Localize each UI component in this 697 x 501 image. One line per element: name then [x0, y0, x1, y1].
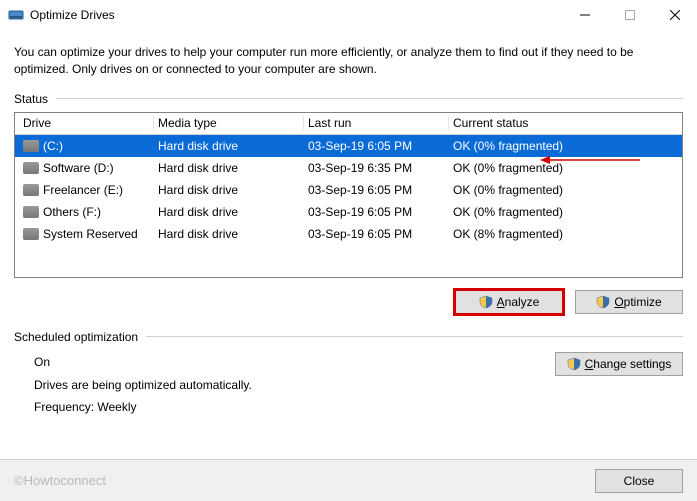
drive-icon: [23, 206, 39, 218]
drive-status: OK (0% fragmented): [449, 205, 682, 219]
drive-media: Hard disk drive: [154, 205, 304, 219]
shield-icon: [596, 295, 610, 309]
minimize-button[interactable]: [562, 0, 607, 30]
table-row[interactable]: Freelancer (E:) Hard disk drive03-Sep-19 …: [15, 179, 682, 201]
change-settings-button[interactable]: Change settings: [555, 352, 683, 376]
col-media[interactable]: Media type: [154, 116, 304, 130]
close-button[interactable]: [652, 0, 697, 30]
table-header: Drive Media type Last run Current status: [15, 113, 682, 135]
drive-icon: [23, 184, 39, 196]
drive-media: Hard disk drive: [154, 183, 304, 197]
drive-icon: [23, 228, 39, 240]
col-drive[interactable]: Drive: [19, 116, 154, 130]
drive-status: OK (0% fragmented): [449, 139, 682, 153]
drive-lastrun: 03-Sep-19 6:35 PM: [304, 161, 449, 175]
drive-name: Others (F:): [43, 205, 101, 219]
drive-media: Hard disk drive: [154, 227, 304, 241]
optimize-button[interactable]: Optimize: [575, 290, 683, 314]
watermark: ©Howtoconnect: [14, 473, 106, 488]
drive-status: OK (0% fragmented): [449, 161, 682, 175]
drive-name: System Reserved: [43, 227, 138, 241]
sched-state: On: [34, 352, 252, 374]
table-row[interactable]: (C:) Hard disk drive03-Sep-19 6:05 PMOK (…: [15, 135, 682, 157]
divider: [56, 98, 683, 99]
shield-icon: [567, 357, 581, 371]
table-row[interactable]: Software (D:) Hard disk drive03-Sep-19 6:…: [15, 157, 682, 179]
close-dialog-button[interactable]: Close: [595, 469, 683, 493]
table-empty-space: [15, 245, 682, 277]
drive-status: OK (8% fragmented): [449, 227, 682, 241]
drive-media: Hard disk drive: [154, 161, 304, 175]
drives-table: Drive Media type Last run Current status…: [14, 112, 683, 278]
table-row[interactable]: Others (F:) Hard disk drive03-Sep-19 6:05…: [15, 201, 682, 223]
drive-lastrun: 03-Sep-19 6:05 PM: [304, 227, 449, 241]
drive-lastrun: 03-Sep-19 6:05 PM: [304, 183, 449, 197]
table-row[interactable]: System Reserved Hard disk drive03-Sep-19 …: [15, 223, 682, 245]
drive-status: OK (0% fragmented): [449, 183, 682, 197]
window-title: Optimize Drives: [30, 8, 115, 22]
divider: [146, 336, 683, 337]
drive-icon: [23, 162, 39, 174]
sched-desc: Drives are being optimized automatically…: [34, 375, 252, 397]
sched-freq: Frequency: Weekly: [34, 397, 252, 419]
drive-name: Software (D:): [43, 161, 114, 175]
drive-icon: [23, 140, 39, 152]
drive-media: Hard disk drive: [154, 139, 304, 153]
status-heading: Status: [14, 92, 48, 106]
drive-lastrun: 03-Sep-19 6:05 PM: [304, 139, 449, 153]
drive-name: Freelancer (E:): [43, 183, 123, 197]
sched-heading: Scheduled optimization: [14, 330, 138, 344]
shield-icon: [479, 295, 493, 309]
app-icon: [8, 7, 24, 23]
maximize-button[interactable]: [607, 0, 652, 30]
col-lastrun[interactable]: Last run: [304, 116, 449, 130]
drive-name: (C:): [43, 139, 63, 153]
intro-text: You can optimize your drives to help you…: [14, 44, 683, 78]
col-status[interactable]: Current status: [449, 116, 682, 130]
drive-lastrun: 03-Sep-19 6:05 PM: [304, 205, 449, 219]
analyze-button[interactable]: Analyze: [455, 290, 563, 314]
